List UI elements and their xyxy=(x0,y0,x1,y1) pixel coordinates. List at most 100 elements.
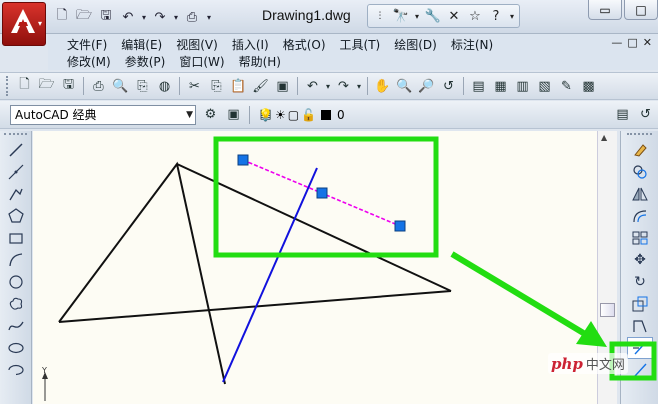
undo-dropdown-icon[interactable]: ▾ xyxy=(140,7,148,27)
minimize-button[interactable]: ▭ xyxy=(588,0,622,20)
menu-window[interactable]: 窗口(W) xyxy=(172,54,231,70)
quickcalc-icon[interactable]: ▩ xyxy=(578,76,599,97)
zoom-previous-icon[interactable]: ↺ xyxy=(438,76,459,97)
toolbar-grip[interactable] xyxy=(6,76,10,96)
rotate-icon[interactable]: ↻ xyxy=(627,271,653,293)
plot-icon[interactable]: ⎙ xyxy=(88,76,109,97)
layer-previous-icon[interactable]: ↺ xyxy=(635,104,656,125)
array-icon[interactable] xyxy=(627,227,653,249)
ellipse-icon[interactable] xyxy=(3,337,29,359)
circle-icon[interactable] xyxy=(3,271,29,293)
scale-icon[interactable] xyxy=(627,293,653,315)
3d-dwf-icon[interactable]: ◍ xyxy=(154,76,175,97)
redo-icon[interactable]: ↷ xyxy=(333,76,354,97)
sheet-set-icon[interactable]: ▧ xyxy=(534,76,555,97)
workspace-settings-icon[interactable]: ⚙ xyxy=(200,104,221,125)
redo-icon[interactable]: ↷ xyxy=(150,7,170,27)
menu-draw[interactable]: 绘图(D) xyxy=(387,37,444,53)
scroll-up-icon[interactable]: ▲ xyxy=(601,133,607,142)
application-menu-button[interactable]: ▾ xyxy=(2,2,46,46)
zoom-window-icon[interactable]: 🔎 xyxy=(416,76,437,97)
help-icon[interactable]: ? xyxy=(487,7,505,25)
pan-icon[interactable]: ✋ xyxy=(372,76,393,97)
ucs-icon: Y xyxy=(41,366,48,401)
menu-parameters[interactable]: 参数(P) xyxy=(118,54,173,70)
tool-palettes-icon[interactable]: ▥ xyxy=(512,76,533,97)
doc-restore-button[interactable]: □ xyxy=(627,36,637,49)
scroll-thumb[interactable] xyxy=(600,303,615,317)
new-icon[interactable]: 🗋 xyxy=(52,7,72,27)
erase-icon[interactable] xyxy=(627,139,653,161)
trim-icon[interactable] xyxy=(627,337,653,359)
print-icon[interactable]: ⎙ xyxy=(182,7,202,27)
revision-cloud-icon[interactable] xyxy=(3,293,29,315)
undo-icon[interactable]: ↶ xyxy=(302,76,323,97)
cut-icon[interactable]: ✂ xyxy=(184,76,205,97)
mirror-icon[interactable] xyxy=(627,183,653,205)
menu-modify[interactable]: 修改(M) xyxy=(60,54,118,70)
menu-file[interactable]: 文件(F) xyxy=(60,37,114,53)
menu-view[interactable]: 视图(V) xyxy=(169,37,225,53)
workspace-select[interactable]: AutoCAD 经典 ▼ xyxy=(10,105,196,125)
help-dropdown-icon[interactable]: ▾ xyxy=(508,7,516,25)
polyline-icon[interactable] xyxy=(3,183,29,205)
copy-icon[interactable]: ⎘ xyxy=(206,76,227,97)
black-diagonal-line[interactable] xyxy=(176,163,452,292)
doc-minimize-button[interactable]: — xyxy=(611,36,622,49)
search-dropdown-icon[interactable]: ▾ xyxy=(413,7,421,25)
redo-dropdown-icon[interactable]: ▾ xyxy=(355,76,363,97)
rectangle-icon[interactable] xyxy=(3,227,29,249)
publish-icon[interactable]: ⎘ xyxy=(132,76,153,97)
save-icon[interactable]: 🖫 xyxy=(96,7,116,27)
black-base-line[interactable] xyxy=(58,290,452,323)
save-workspace-icon[interactable]: ▣ xyxy=(223,104,244,125)
qat-menu-icon[interactable]: ▾ xyxy=(204,7,214,27)
qnew-icon[interactable]: 🗋 xyxy=(14,76,35,97)
menu-edit[interactable]: 编辑(E) xyxy=(114,37,169,53)
binoculars-icon[interactable]: 🔭 xyxy=(392,7,410,25)
zoom-realtime-icon[interactable]: 🔍 xyxy=(394,76,415,97)
move-icon[interactable]: ✥ xyxy=(627,249,653,271)
design-center-icon[interactable]: ▦ xyxy=(490,76,511,97)
menu-tools[interactable]: 工具(T) xyxy=(333,37,388,53)
blue-line[interactable] xyxy=(222,167,318,383)
menu-help[interactable]: 帮助(H) xyxy=(232,54,288,70)
block-editor-icon[interactable]: ▣ xyxy=(272,76,293,97)
menu-format[interactable]: 格式(O) xyxy=(276,37,333,53)
make-current-icon[interactable]: ▤ xyxy=(612,104,633,125)
properties-icon[interactable]: ▤ xyxy=(468,76,489,97)
drawing-canvas[interactable]: Y xyxy=(33,131,597,404)
open-icon[interactable]: 🗁 xyxy=(74,7,94,27)
redo-dropdown-icon[interactable]: ▾ xyxy=(172,7,180,27)
save-icon[interactable]: 🖫 xyxy=(58,76,79,97)
ellipse-arc-icon[interactable] xyxy=(3,359,29,381)
communication-icon[interactable]: 🔧 xyxy=(424,7,442,25)
favorites-icon[interactable]: ☆ xyxy=(466,7,484,25)
exchange-icon[interactable]: ✕ xyxy=(445,7,463,25)
plot-preview-icon[interactable]: 🔍 xyxy=(110,76,131,97)
arc-icon[interactable] xyxy=(3,249,29,271)
grip-end[interactable] xyxy=(394,220,406,232)
undo-dropdown-icon[interactable]: ▾ xyxy=(324,76,332,97)
construction-line-icon[interactable] xyxy=(3,161,29,183)
undo-icon[interactable]: ↶ xyxy=(118,7,138,27)
extend-icon[interactable] xyxy=(627,359,653,381)
spline-icon[interactable] xyxy=(3,315,29,337)
polygon-icon[interactable] xyxy=(3,205,29,227)
offset-icon[interactable] xyxy=(627,205,653,227)
stretch-icon[interactable] xyxy=(627,315,653,337)
doc-close-button[interactable]: ✕ xyxy=(643,36,652,49)
maximize-button[interactable]: □ xyxy=(624,0,658,20)
line-icon[interactable] xyxy=(3,139,29,161)
menu-insert[interactable]: 插入(I) xyxy=(225,37,276,53)
black-triangle-line[interactable] xyxy=(58,161,226,385)
menu-dimension[interactable]: 标注(N) xyxy=(444,37,500,53)
layer-control[interactable]: 💡 ☀ ▢ 🔓 0 xyxy=(258,105,600,125)
open-icon[interactable]: 🗁 xyxy=(36,76,57,97)
paste-icon[interactable]: 📋 xyxy=(228,76,249,97)
grip-start[interactable] xyxy=(237,154,249,166)
markup-icon[interactable]: ✎ xyxy=(556,76,577,97)
match-properties-icon[interactable]: 🖌 xyxy=(250,76,271,97)
copy-icon[interactable] xyxy=(627,161,653,183)
grip-mid[interactable] xyxy=(316,187,328,199)
